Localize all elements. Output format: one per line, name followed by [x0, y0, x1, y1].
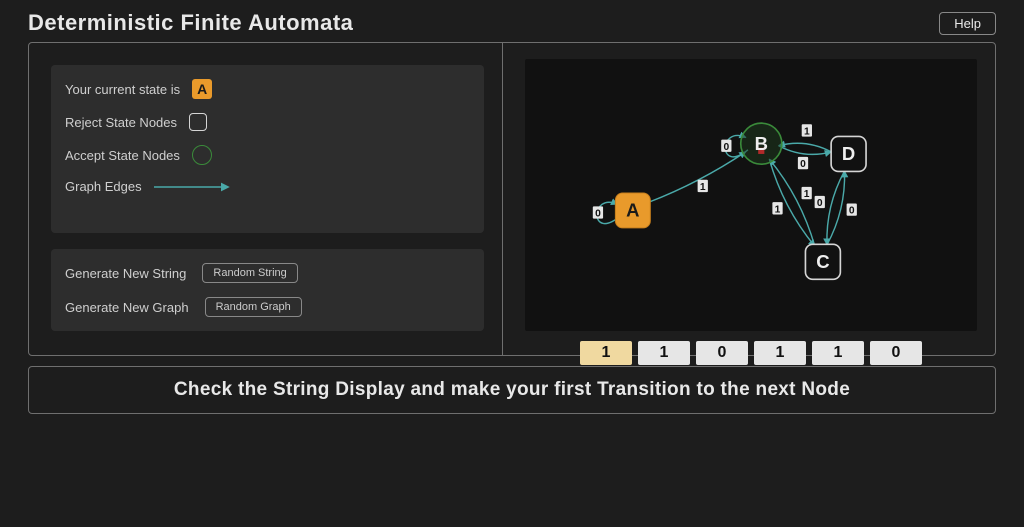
right-panel: 010011100ABCD 110110: [503, 43, 995, 355]
edge-label: 0: [817, 198, 823, 209]
input-string-display: 110110: [525, 341, 977, 365]
input-symbol-tile: 1: [580, 341, 632, 365]
main-panel: Your current state is A Reject State Nod…: [28, 42, 996, 356]
random-string-button[interactable]: Random String: [202, 263, 297, 283]
current-state-label: Your current state is: [65, 82, 180, 97]
input-symbol-tile: 1: [812, 341, 864, 365]
page-title: Deterministic Finite Automata: [28, 10, 353, 36]
random-graph-button[interactable]: Random Graph: [205, 297, 302, 317]
accept-legend-label: Accept State Nodes: [65, 148, 180, 163]
generator-box: Generate New String Random String Genera…: [51, 249, 484, 331]
edge-arrow-icon: [154, 182, 234, 192]
input-symbol-tile: 0: [696, 341, 748, 365]
accept-node-icon: [192, 145, 212, 165]
graph-node-label: B: [755, 133, 768, 154]
edge-label: 1: [775, 204, 781, 215]
left-panel: Your current state is A Reject State Nod…: [29, 43, 503, 355]
graph-node-label: D: [842, 143, 855, 164]
current-state-badge: A: [192, 79, 212, 99]
reject-legend-label: Reject State Nodes: [65, 115, 177, 130]
edges-legend-label: Graph Edges: [65, 179, 142, 194]
graph-edge: [827, 171, 845, 245]
automaton-canvas[interactable]: 010011100ABCD: [525, 59, 977, 331]
edge-label: 1: [804, 127, 810, 138]
graph-edge: [648, 152, 745, 203]
edge-label: 1: [804, 189, 810, 200]
generate-graph-label: Generate New Graph: [65, 300, 189, 315]
generate-string-label: Generate New String: [65, 266, 186, 281]
graph-edge: [779, 146, 832, 155]
edge-label: 0: [849, 206, 855, 217]
edge-label: 1: [700, 182, 706, 193]
graph-edge: [779, 143, 832, 152]
input-symbol-tile: 1: [638, 341, 690, 365]
graph-node-label: A: [626, 200, 639, 221]
graph-node-label: C: [816, 251, 829, 272]
legend-box: Your current state is A Reject State Nod…: [51, 65, 484, 233]
input-symbol-tile: 0: [870, 341, 922, 365]
edge-label: 0: [595, 209, 601, 220]
hint-message: Check the String Display and make your f…: [28, 366, 996, 414]
graph-edge: [827, 171, 845, 245]
reject-node-icon: [189, 113, 207, 131]
help-button[interactable]: Help: [939, 12, 996, 35]
input-symbol-tile: 1: [754, 341, 806, 365]
edge-label: 0: [800, 159, 806, 170]
edge-label: 0: [723, 142, 729, 153]
